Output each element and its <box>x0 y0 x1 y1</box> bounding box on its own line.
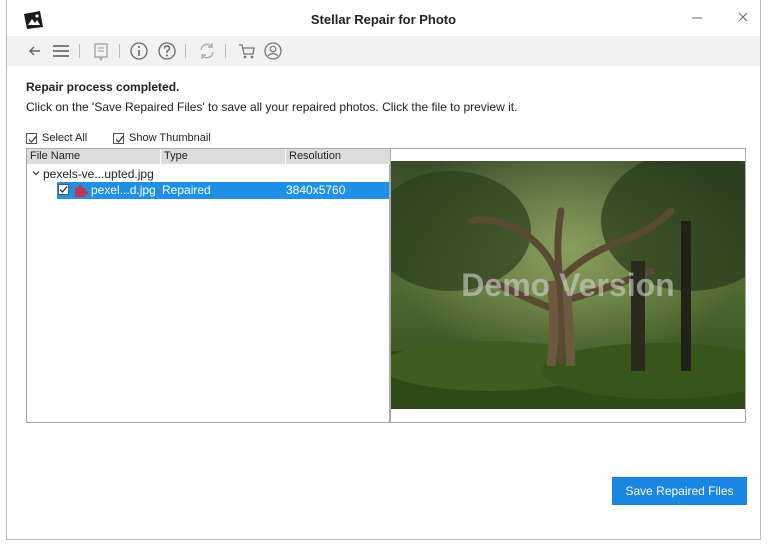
row-checkbox[interactable] <box>58 184 69 195</box>
preview-panel: Demo Version <box>390 148 746 423</box>
status-instruction: Click on the 'Save Repaired Files' to sa… <box>26 100 518 114</box>
toolbar-divider <box>225 44 226 58</box>
toolbar-divider <box>119 44 120 58</box>
type-cell: Repaired <box>162 183 211 197</box>
demo-watermark: Demo Version <box>461 267 675 303</box>
toolbar-divider <box>185 44 186 58</box>
column-header-resolution[interactable]: Resolution <box>286 149 390 164</box>
update-icon[interactable] <box>197 41 217 61</box>
file-name-cell: pexel...d.jpg <box>91 183 156 197</box>
toolbar-divider <box>79 44 80 58</box>
tree-parent-item[interactable]: pexels-ve...upted.jpg <box>31 167 154 181</box>
back-arrow-icon[interactable] <box>25 41 45 61</box>
help-icon[interactable] <box>157 41 177 61</box>
column-header-file-name[interactable]: File Name <box>27 149 161 164</box>
show-thumbnail-checkbox[interactable]: Show Thumbnail <box>113 132 211 144</box>
info-icon[interactable] <box>129 41 149 61</box>
select-all-checkbox[interactable]: Select All <box>26 132 87 144</box>
toolbar <box>7 36 760 66</box>
minimize-button[interactable] <box>687 9 707 27</box>
register-icon[interactable] <box>91 41 111 61</box>
status-heading: Repair process completed. <box>26 80 180 94</box>
column-header-type[interactable]: Type <box>161 149 286 164</box>
checkbox-checked-icon <box>26 132 37 144</box>
close-button[interactable] <box>733 9 753 27</box>
file-list-panel: File Name Type Resolution pexels-ve...up… <box>26 148 390 423</box>
table-row[interactable]: pexel...d.jpg Repaired 3840x5760 <box>57 182 389 199</box>
window-title: Stellar Repair for Photo <box>310 12 457 27</box>
menu-icon[interactable] <box>51 41 71 61</box>
title-bar: Stellar Repair for Photo <box>7 0 760 36</box>
chevron-down-icon[interactable] <box>31 167 43 181</box>
account-icon[interactable] <box>263 41 283 61</box>
show-thumbnail-label: Show Thumbnail <box>129 132 211 144</box>
parent-file-name: pexels-ve...upted.jpg <box>43 167 154 181</box>
select-all-label: Select All <box>42 132 88 144</box>
cart-icon[interactable] <box>237 41 257 61</box>
checkbox-checked-icon <box>113 132 124 144</box>
app-window: Stellar Repair for Photo Repair process … <box>6 0 761 540</box>
resolution-cell: 3840x5760 <box>286 183 346 197</box>
save-repaired-files-button[interactable]: Save Repaired Files <box>612 477 747 505</box>
puzzle-icon <box>73 183 88 201</box>
